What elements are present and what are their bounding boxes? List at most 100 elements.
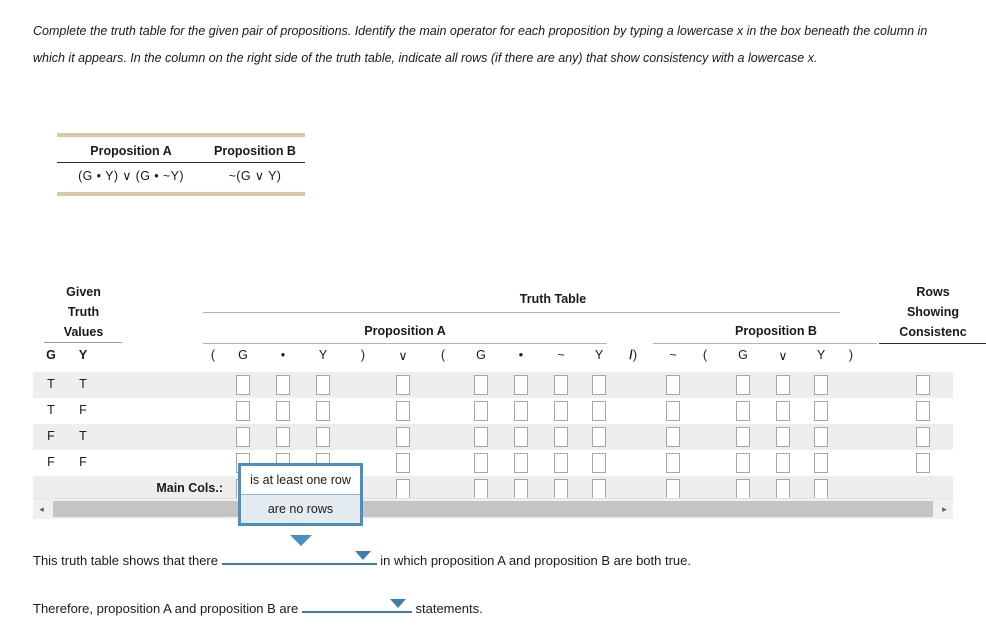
main-operator-input[interactable] xyxy=(666,479,680,499)
truth-value-input[interactable] xyxy=(776,375,790,395)
main-operator-input[interactable] xyxy=(736,479,750,499)
conclusion-sentence-1: This truth table shows that there in whi… xyxy=(33,547,691,568)
main-operator-input[interactable] xyxy=(814,479,828,499)
truth-value-input[interactable] xyxy=(592,401,606,421)
truth-value-input[interactable] xyxy=(276,401,290,421)
truth-value-input[interactable] xyxy=(736,401,750,421)
table-row: TF xyxy=(33,398,953,424)
given-value: T xyxy=(47,377,55,391)
truth-value-input[interactable] xyxy=(514,401,528,421)
column-symbol: ~ xyxy=(557,348,565,362)
truth-value-input[interactable] xyxy=(592,375,606,395)
truth-value-input[interactable] xyxy=(316,401,330,421)
consistency-input[interactable] xyxy=(916,427,930,447)
truth-value-input[interactable] xyxy=(666,401,680,421)
truth-table-proposition-b-label: Proposition B xyxy=(735,324,817,338)
proposition-b-header: Proposition B xyxy=(214,144,296,158)
sentence1-dropdown[interactable] xyxy=(221,547,377,565)
table-row: FT xyxy=(33,424,953,450)
truth-value-input[interactable] xyxy=(554,453,568,473)
sentence2-after: statements. xyxy=(415,601,483,616)
column-symbol: ( xyxy=(702,348,708,362)
main-operator-input[interactable] xyxy=(474,479,488,499)
proposition-a-formula: (G • Y) ∨ (G • ~Y) xyxy=(78,169,184,183)
dropdown-option-0[interactable]: is at least one row xyxy=(241,466,360,495)
main-operator-input[interactable] xyxy=(396,479,410,499)
truth-value-input[interactable] xyxy=(396,427,410,447)
truth-value-input[interactable] xyxy=(554,401,568,421)
truth-value-input[interactable] xyxy=(554,427,568,447)
given-value: F xyxy=(47,429,55,443)
dropdown-option-1[interactable]: are no rows xyxy=(241,495,360,523)
conclusion-sentence-2: Therefore, proposition A and proposition… xyxy=(33,595,483,616)
truth-value-input[interactable] xyxy=(474,401,488,421)
truth-value-input[interactable] xyxy=(666,453,680,473)
given-column-header-g: G xyxy=(46,348,56,362)
column-symbol: G xyxy=(238,348,248,362)
main-operator-input[interactable] xyxy=(776,479,790,499)
propositions-bottom-rule xyxy=(57,192,305,196)
truth-value-input[interactable] xyxy=(554,375,568,395)
truth-value-input[interactable] xyxy=(814,453,828,473)
truth-value-input[interactable] xyxy=(474,427,488,447)
truth-value-input[interactable] xyxy=(514,375,528,395)
consistency-input[interactable] xyxy=(916,453,930,473)
truth-value-input[interactable] xyxy=(236,427,250,447)
column-symbol: ) xyxy=(848,348,854,362)
sentence1-after: in which proposition A and proposition B… xyxy=(380,553,691,568)
truth-value-input[interactable] xyxy=(814,375,828,395)
scrollbar-thumb[interactable] xyxy=(53,501,933,517)
truth-value-input[interactable] xyxy=(776,401,790,421)
truth-value-input[interactable] xyxy=(276,375,290,395)
truth-value-input[interactable] xyxy=(814,427,828,447)
truth-value-input[interactable] xyxy=(474,375,488,395)
column-symbol: ∨ xyxy=(778,349,788,363)
truth-value-input[interactable] xyxy=(396,375,410,395)
truth-value-input[interactable] xyxy=(814,401,828,421)
consistency-input[interactable] xyxy=(916,401,930,421)
truth-value-input[interactable] xyxy=(396,401,410,421)
truth-value-input[interactable] xyxy=(736,453,750,473)
truth-value-input[interactable] xyxy=(514,453,528,473)
column-symbol: / xyxy=(629,348,633,362)
truth-value-input[interactable] xyxy=(776,427,790,447)
column-symbol: Y xyxy=(318,348,328,362)
truth-value-input[interactable] xyxy=(236,401,250,421)
truth-value-input[interactable] xyxy=(514,427,528,447)
truth-value-input[interactable] xyxy=(396,453,410,473)
column-symbol: G xyxy=(476,348,486,362)
truth-value-input[interactable] xyxy=(592,427,606,447)
rsc-line-1: Rows xyxy=(916,285,950,299)
truth-value-input[interactable] xyxy=(592,453,606,473)
truth-value-input[interactable] xyxy=(736,375,750,395)
truth-value-input[interactable] xyxy=(316,375,330,395)
truth-value-input[interactable] xyxy=(736,427,750,447)
proposition-b-formula: ~(G ∨ Y) xyxy=(228,169,282,183)
instructions-text: Complete the truth table for the given p… xyxy=(33,24,928,65)
dropdown-pointer-icon xyxy=(290,535,312,546)
truth-value-input[interactable] xyxy=(236,375,250,395)
sentence1-before: This truth table shows that there xyxy=(33,553,218,568)
truth-value-input[interactable] xyxy=(666,375,680,395)
main-cols-label: Main Cols.: xyxy=(156,481,223,495)
horizontal-scrollbar[interactable]: ◂ ▸ xyxy=(33,498,953,519)
column-symbol: Y xyxy=(816,348,826,362)
rsc-line-3: Consistenc xyxy=(899,325,967,339)
truth-value-input[interactable] xyxy=(474,453,488,473)
truth-value-input[interactable] xyxy=(316,427,330,447)
main-operator-input[interactable] xyxy=(554,479,568,499)
column-symbol: ~ xyxy=(669,348,677,362)
truth-value-input[interactable] xyxy=(276,427,290,447)
truth-value-input[interactable] xyxy=(666,427,680,447)
column-symbol-row: G Y(G • Y) ∨(G • ~ Y) / ~(G ∨ Y) xyxy=(33,346,953,368)
given-column-header-y: Y xyxy=(78,348,88,362)
main-operator-input[interactable] xyxy=(514,479,528,499)
dropdown-options-popup[interactable]: is at least one row are no rows xyxy=(238,463,363,526)
truth-value-input[interactable] xyxy=(776,453,790,473)
consistency-input[interactable] xyxy=(916,375,930,395)
sentence2-dropdown[interactable] xyxy=(301,595,412,613)
scroll-left-arrow-icon[interactable]: ◂ xyxy=(33,499,50,519)
main-operator-input[interactable] xyxy=(592,479,606,499)
truth-table-proposition-a-rule xyxy=(203,343,607,344)
scroll-right-arrow-icon[interactable]: ▸ xyxy=(936,499,953,519)
